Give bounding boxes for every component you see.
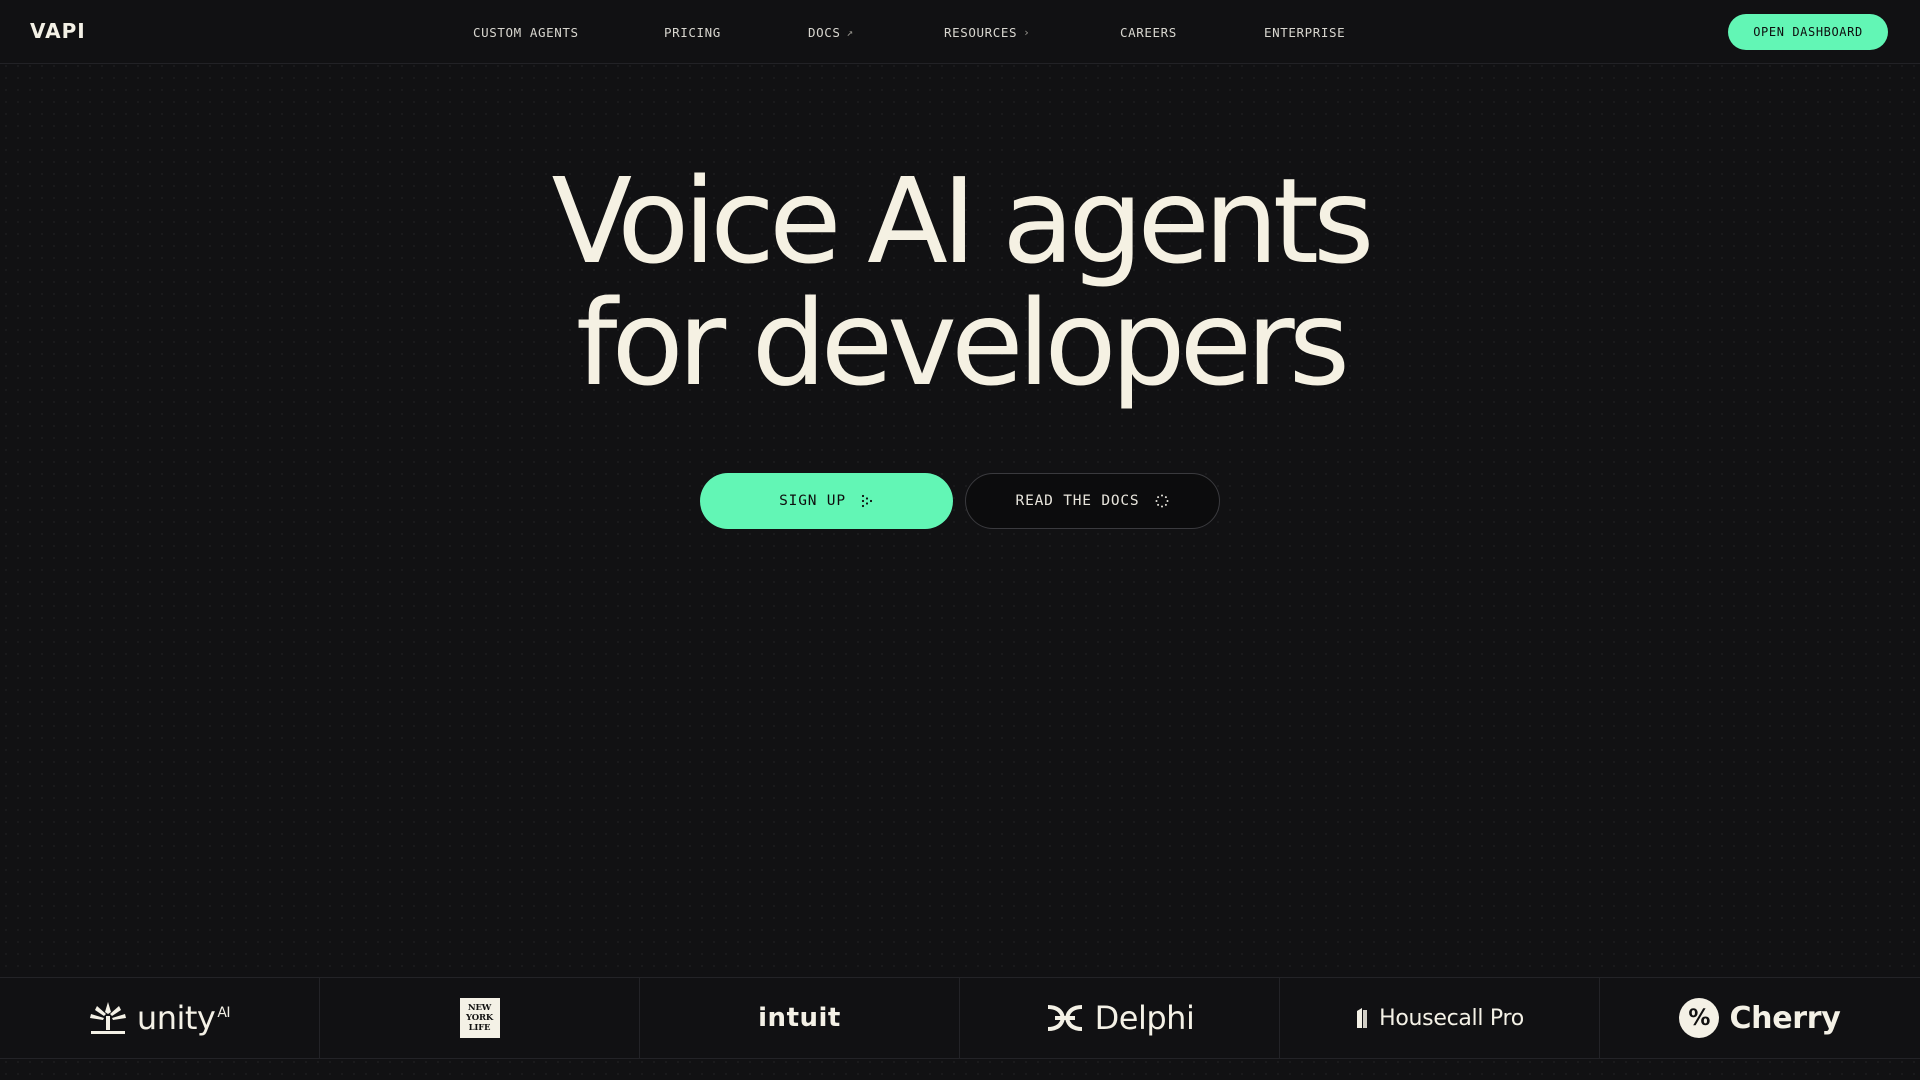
nav-link-label: CAREERS	[1120, 24, 1177, 40]
vapi-logo[interactable]: VAPI	[30, 19, 90, 43]
nyl-line-1: NEW	[467, 1003, 492, 1013]
cherry-percent-icon: %	[1679, 998, 1720, 1038]
nav-link-pricing[interactable]: PRICING	[664, 23, 721, 41]
chevron-right-icon: ›	[1023, 25, 1031, 39]
unity-tree-icon	[89, 1002, 126, 1034]
unity-name: unity	[136, 999, 216, 1037]
logo-new-york-life: NEW YORK LIFE	[320, 978, 640, 1058]
logo-delphi: Delphi	[960, 978, 1280, 1058]
nyl-line-2: YORK	[465, 1013, 494, 1023]
logo-intuit: intuit	[640, 978, 960, 1058]
intuit-wordmark: intuit	[758, 1003, 841, 1033]
logo-cherry: % Cherry	[1600, 978, 1920, 1058]
nav-link-label: CUSTOM AGENTS	[473, 24, 579, 40]
page: VAPI CUSTOM AGENTS PRICING DOCS ↗ RESOUR…	[0, 0, 1920, 1080]
sign-up-label: SIGN UP	[779, 493, 846, 509]
nav-link-label: PRICING	[664, 24, 721, 40]
delphi-wordmark: Delphi	[1094, 999, 1195, 1037]
hero-title-line-1: Voice AI agents	[551, 152, 1375, 290]
nav-link-enterprise[interactable]: ENTERPRISE	[1264, 23, 1345, 41]
loading-dots-icon	[1155, 494, 1169, 508]
sparkle-dots-icon	[861, 494, 872, 508]
nav-link-label: DOCS	[808, 24, 841, 40]
logo-unity: unity AI	[0, 978, 320, 1058]
housecall-mark-icon	[1357, 1008, 1368, 1028]
nav-links: CUSTOM AGENTS PRICING DOCS ↗ RESOURCES ›…	[0, 0, 1920, 64]
open-dashboard-button[interactable]: OPEN DASHBOARD	[1728, 14, 1888, 50]
nyl-line-3: LIFE	[468, 1023, 491, 1033]
nav-link-label: ENTERPRISE	[1264, 24, 1346, 40]
nav-link-label: RESOURCES	[944, 24, 1018, 40]
read-the-docs-button[interactable]: READ THE DOCS	[965, 473, 1220, 529]
hero-title: Voice AI agents for developers	[0, 160, 1920, 404]
delphi-mark-icon	[1047, 1005, 1082, 1031]
unity-suffix: AI	[217, 1005, 231, 1022]
cta-row: SIGN UP READ THE DOCS	[700, 473, 1220, 529]
hero-title-line-2: for developers	[575, 274, 1350, 412]
logo-text: VAPI	[30, 19, 86, 43]
nav-link-docs[interactable]: DOCS ↗	[808, 23, 854, 41]
nav-link-custom-agents[interactable]: CUSTOM AGENTS	[473, 23, 579, 41]
nav-link-resources[interactable]: RESOURCES ›	[944, 23, 1030, 41]
logo-housecall-pro: Housecall Pro	[1280, 978, 1600, 1058]
read-the-docs-label: READ THE DOCS	[1015, 493, 1140, 509]
sign-up-button[interactable]: SIGN UP	[700, 473, 953, 529]
top-nav: VAPI CUSTOM AGENTS PRICING DOCS ↗ RESOUR…	[0, 0, 1920, 64]
cherry-wordmark: Cherry	[1729, 1000, 1841, 1036]
nav-link-careers[interactable]: CAREERS	[1120, 23, 1177, 41]
new-york-life-mark: NEW YORK LIFE	[459, 998, 500, 1038]
unity-wordmark: unity AI	[136, 999, 231, 1037]
housecall-pro-wordmark: Housecall Pro	[1379, 1005, 1524, 1031]
external-arrow-icon: ↗	[846, 25, 854, 39]
customer-logo-strip: unity AI NEW YORK LIFE intuit Delphi Hou…	[0, 977, 1920, 1059]
